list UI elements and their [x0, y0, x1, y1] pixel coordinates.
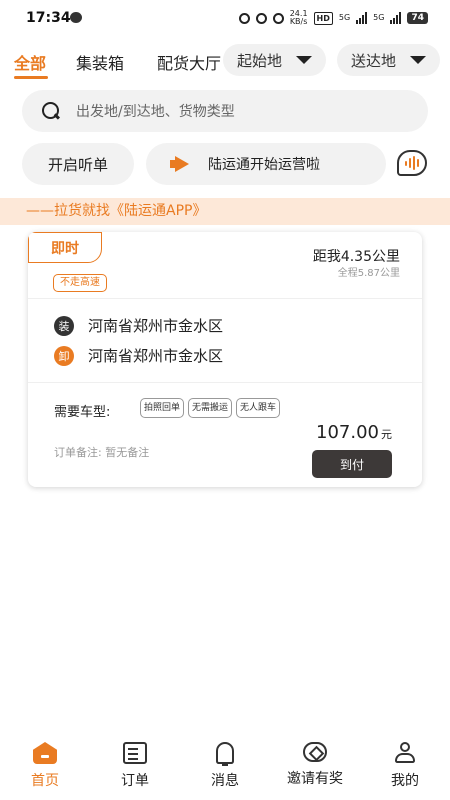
tab-container[interactable]: 集装箱 — [76, 50, 124, 74]
nav-invite[interactable]: 邀请有奖 — [270, 742, 360, 800]
location-icon — [238, 12, 250, 24]
start-listening-button[interactable]: 开启听单 — [22, 143, 134, 185]
destination-filter-label: 送达地 — [351, 51, 397, 70]
unload-icon: 卸 — [54, 345, 74, 366]
price-unit: 元 — [381, 428, 392, 441]
load-icon: 装 — [54, 315, 74, 336]
origin-filter[interactable]: 起始地 — [223, 44, 327, 76]
caret-down-icon — [410, 56, 427, 64]
total-distance: 全程5.87公里 — [337, 268, 400, 279]
origin-filter-label: 起始地 — [237, 51, 283, 70]
load-address: 河南省郑州市金水区 — [88, 317, 224, 335]
route-tag: 不走高速 — [53, 274, 107, 292]
price-value: 107.00 — [316, 422, 379, 443]
announcement-bar[interactable]: 陆运通开始运营啦 — [146, 143, 386, 185]
status-bar: 17:34 24.1 KB/s HD 5G 5G 74 — [0, 0, 450, 36]
nav-orders[interactable]: 订单 — [90, 742, 180, 800]
voice-broadcast-icon[interactable] — [397, 150, 427, 176]
requirement-tag: 无需搬运 — [188, 398, 233, 418]
home-icon — [33, 742, 57, 764]
status-time: 17:34 — [26, 10, 71, 26]
requirement-tag: 拍照回单 — [140, 398, 185, 418]
order-remark: 订单备注: 暂无备注 — [54, 446, 150, 459]
order-price: 107.00 元 — [316, 422, 392, 443]
payment-method-button[interactable]: 到付 — [312, 450, 392, 478]
bottom-navigation: 首页 订单 消息 邀请有奖 我的 — [0, 742, 450, 800]
battery-indicator: 74 — [407, 12, 428, 24]
nav-home[interactable]: 首页 — [0, 742, 90, 800]
divider — [28, 298, 422, 299]
load-address-row: 装 河南省郑州市金水区 — [54, 315, 223, 336]
search-icon — [42, 102, 60, 120]
nav-profile[interactable]: 我的 — [360, 742, 450, 800]
order-list-icon — [123, 742, 147, 764]
slogan-banner: ——拉货就找《陆运通APP》 — [0, 198, 450, 225]
chat-notification-icon — [70, 12, 82, 23]
signal-5g-label-2: 5G — [373, 13, 385, 22]
nav-orders-label: 订单 — [121, 773, 149, 789]
search-placeholder: 出发地/到达地、货物类型 — [76, 104, 235, 120]
vehicle-type-label: 需要车型: — [54, 405, 111, 420]
announcement-text: 陆运通开始运营啦 — [208, 157, 320, 173]
destination-filter[interactable]: 送达地 — [337, 44, 441, 76]
distance-to-me: 距我4.35公里 — [312, 249, 400, 265]
requirement-tag: 无人跟车 — [236, 398, 281, 418]
signal-icon-2 — [390, 12, 402, 24]
order-card[interactable]: 即时 不走高速 距我4.35公里 全程5.87公里 装 河南省郑州市金水区 卸 … — [28, 232, 422, 487]
invite-icon — [303, 742, 327, 762]
nav-messages[interactable]: 消息 — [180, 742, 270, 800]
timing-badge: 即时 — [28, 232, 102, 263]
nav-invite-label: 邀请有奖 — [287, 771, 343, 787]
unload-address-row: 卸 河南省郑州市金水区 — [54, 345, 223, 366]
nav-messages-label: 消息 — [211, 773, 239, 789]
nav-profile-label: 我的 — [391, 773, 419, 789]
nav-home-label: 首页 — [31, 773, 59, 789]
mute-icon — [255, 12, 267, 24]
category-tabs: 全部 集装箱 配货大厅 起始地 送达地 — [0, 44, 450, 80]
home-screen: 17:34 24.1 KB/s HD 5G 5G 74 全部 集装箱 配货大厅 … — [0, 0, 450, 800]
bell-icon — [216, 742, 234, 766]
signal-icon — [356, 12, 368, 24]
active-tab-indicator — [14, 76, 48, 79]
bluetooth-icon — [272, 12, 284, 24]
tab-all[interactable]: 全部 — [14, 50, 46, 74]
search-bar[interactable]: 出发地/到达地、货物类型 — [22, 90, 428, 132]
signal-5g-label-1: 5G — [338, 13, 351, 22]
caret-down-icon — [296, 56, 313, 64]
profile-icon — [394, 742, 416, 764]
net-speed: 24.1 KB/s — [289, 9, 308, 26]
divider — [28, 382, 422, 383]
requirement-tags: 拍照回单 无需搬运 无人跟车 — [140, 398, 281, 418]
hd-badge: HD — [313, 11, 333, 25]
unload-address: 河南省郑州市金水区 — [88, 347, 224, 365]
megaphone-icon — [170, 156, 192, 172]
tab-cargo-hall[interactable]: 配货大厅 — [157, 50, 223, 74]
